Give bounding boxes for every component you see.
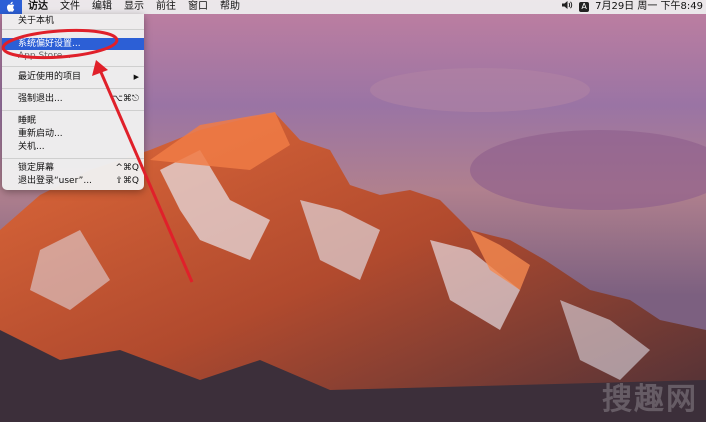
menu-go[interactable]: 前往 [150,0,182,14]
menu-view[interactable]: 显示 [118,0,150,14]
menu-item-label: 睡眠 [18,116,37,126]
menu-item-system-preferences[interactable]: 系统偏好设置... [2,38,144,50]
menu-divider [2,158,144,159]
input-source-badge: A [579,2,590,12]
menu-divider [2,110,144,111]
menu-divider [2,88,144,89]
menu-item-log-out[interactable]: 退出登录“user”... ⇧⌘Q [2,175,144,187]
menu-item-app-store[interactable]: App Store... [2,50,144,62]
menu-item-label: 关于本机 [18,16,55,26]
menu-help[interactable]: 帮助 [214,0,246,14]
menu-item-label: 系统偏好设置... [18,39,81,49]
menu-item-label: 锁定屏幕 [18,163,55,173]
menu-window[interactable]: 窗口 [182,0,214,14]
apple-logo-icon [7,1,15,12]
menu-item-label: 退出登录“user”... [18,176,92,186]
menu-item-shutdown[interactable]: 关机... [2,141,144,153]
menu-item-restart[interactable]: 重新启动... [2,128,144,140]
menu-item-recent-items[interactable]: 最近使用的项目 ▶ [2,71,144,83]
menu-edit[interactable]: 编辑 [86,0,118,14]
menubar-clock[interactable]: 7月29日 周一 下午8:49 [592,0,706,14]
status-area: A 7月29日 周一 下午8:49 [558,0,706,14]
menu-item-label: 重新启动... [18,129,63,139]
menu-item-label: 强制退出... [18,94,63,104]
shortcut-label: ⌥⌘⎋ [112,94,140,104]
menu-finder[interactable]: 访达 [22,0,54,14]
submenu-arrow-icon: ▶ [133,73,139,81]
menu-item-about[interactable]: 关于本机 [2,15,144,27]
apple-menu-dropdown: 关于本机 系统偏好设置... App Store... 最近使用的项目 ▶ 强制… [2,14,144,190]
menu-item-force-quit[interactable]: 强制退出... ⌥⌘⎋ [2,93,144,105]
watermark-text: 搜趣网 [602,382,698,417]
menu-divider [2,29,144,30]
menu-bar: 访达 文件 编辑 显示 前往 窗口 帮助 A 7月29日 周一 下午8:49 [0,0,706,14]
shortcut-label: ⇧⌘Q [115,176,139,186]
input-source-icon[interactable]: A [576,0,592,14]
menu-item-label: 关机... [18,142,45,152]
shortcut-label: ^⌘Q [115,163,139,173]
menu-file[interactable]: 文件 [54,0,86,14]
menu-item-lock-screen[interactable]: 锁定屏幕 ^⌘Q [2,162,144,174]
menu-item-sleep[interactable]: 睡眠 [2,115,144,127]
menu-item-label: App Store... [18,51,71,61]
menu-divider [2,66,144,67]
menu-item-label: 最近使用的项目 [18,72,82,82]
volume-icon[interactable] [558,0,576,15]
apple-menu-icon[interactable] [0,0,22,14]
